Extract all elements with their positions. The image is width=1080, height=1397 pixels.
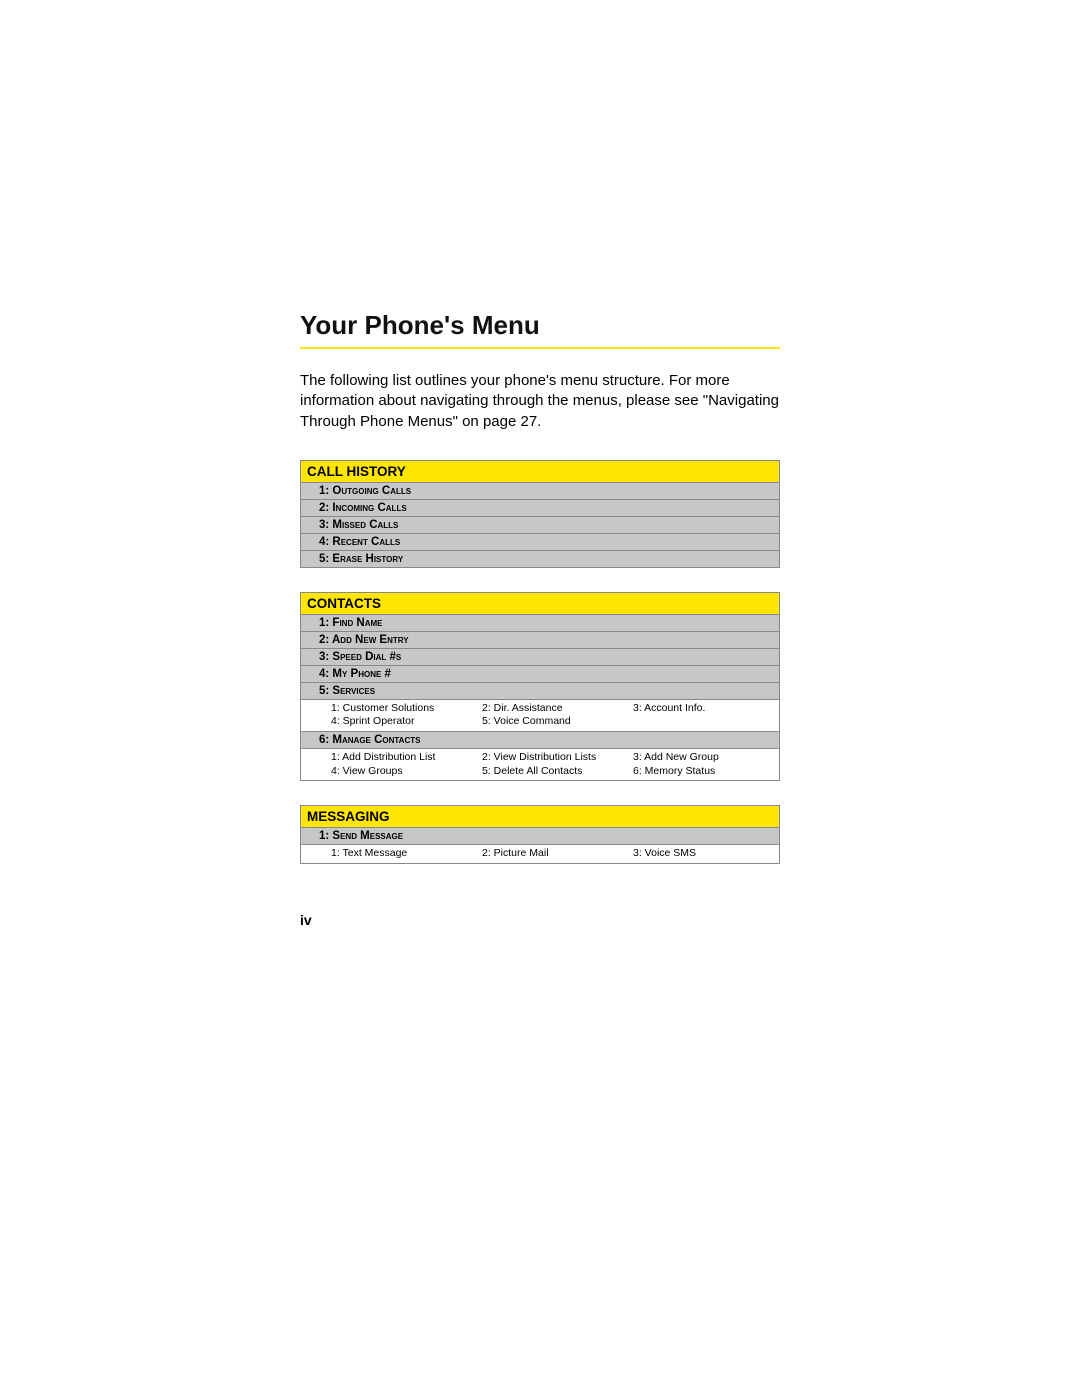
- section-call-history: Call History 1: Outgoing Calls 2: Incomi…: [300, 460, 780, 568]
- menu-item: 4: My Phone #: [300, 666, 780, 683]
- title-underline: [300, 347, 780, 349]
- section-header: Call History: [300, 460, 780, 483]
- menu-item: 2: Add New Entry: [300, 632, 780, 649]
- intro-paragraph: The following list outlines your phone's…: [300, 371, 780, 432]
- section-header: Messaging: [300, 805, 780, 828]
- menu-item: 2: Incoming Calls: [300, 500, 780, 517]
- submenu-item: 1: Add Distribution List: [331, 751, 478, 765]
- section-messaging: Messaging 1: Send Message 1: Text Messag…: [300, 805, 780, 864]
- section-header: Contacts: [300, 592, 780, 615]
- submenu-item: 3: Add New Group: [633, 751, 773, 765]
- menu-item: 1: Send Message: [300, 828, 780, 845]
- page-number: iv: [300, 912, 780, 928]
- submenu-item: 5: Voice Command: [482, 715, 629, 729]
- menu-item: 5: Erase History: [300, 551, 780, 568]
- submenu-item: 3: Voice SMS: [633, 847, 773, 861]
- submenu-item: 2: Dir. Assistance: [482, 702, 629, 716]
- submenu-item: 3: Account Info.: [633, 702, 773, 716]
- section-contacts: Contacts 1: Find Name 2: Add New Entry 3…: [300, 592, 780, 782]
- page-title: Your Phone's Menu: [300, 310, 780, 341]
- submenu-item: 6: Memory Status: [633, 765, 773, 779]
- submenu-item: [633, 715, 773, 729]
- submenu-item: 1: Text Message: [331, 847, 478, 861]
- submenu-row: 1: Customer Solutions 2: Dir. Assistance…: [300, 700, 780, 732]
- menu-item: 1: Find Name: [300, 615, 780, 632]
- menu-item: 5: Services: [300, 683, 780, 700]
- submenu-item: 5: Delete All Contacts: [482, 765, 629, 779]
- document-page: Your Phone's Menu The following list out…: [0, 0, 1080, 1008]
- submenu-item: 4: View Groups: [331, 765, 478, 779]
- menu-item: 3: Speed Dial #s: [300, 649, 780, 666]
- submenu-item: 4: Sprint Operator: [331, 715, 478, 729]
- submenu-row: 1: Add Distribution List 2: View Distrib…: [300, 749, 780, 781]
- menu-item: 3: Missed Calls: [300, 517, 780, 534]
- submenu-row: 1: Text Message 2: Picture Mail 3: Voice…: [300, 845, 780, 864]
- menu-item: 6: Manage Contacts: [300, 732, 780, 749]
- submenu-item: 2: View Distribution Lists: [482, 751, 629, 765]
- menu-item: 4: Recent Calls: [300, 534, 780, 551]
- menu-item: 1: Outgoing Calls: [300, 483, 780, 500]
- submenu-item: 2: Picture Mail: [482, 847, 629, 861]
- submenu-item: 1: Customer Solutions: [331, 702, 478, 716]
